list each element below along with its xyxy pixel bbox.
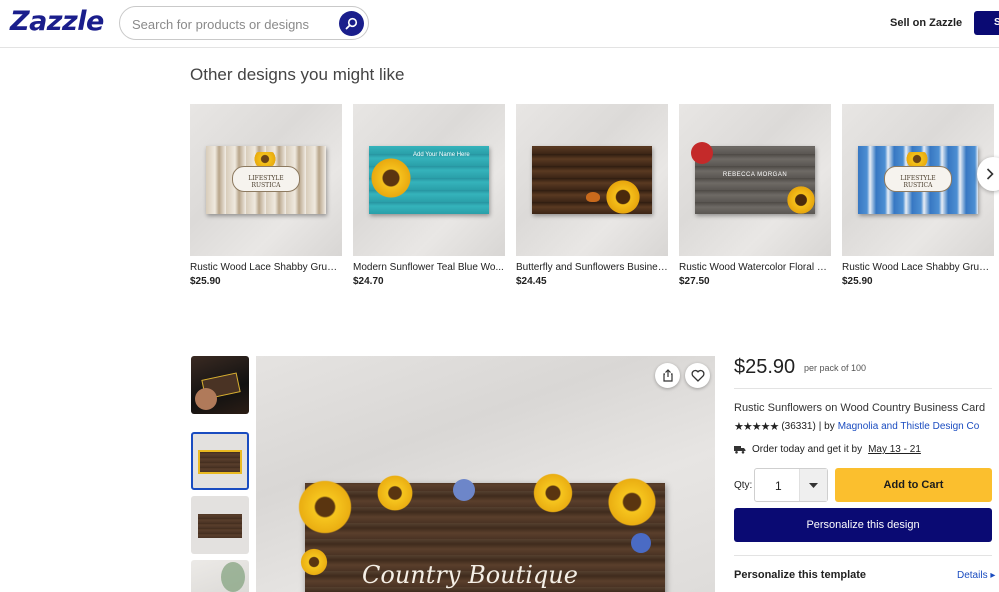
search-bar bbox=[119, 6, 369, 40]
product-price: $25.90 bbox=[734, 356, 796, 378]
hand-graphic bbox=[195, 388, 217, 410]
product-card-image[interactable]: LIFESTYLE RUSTICA bbox=[842, 104, 994, 256]
by-label: | by bbox=[818, 421, 835, 432]
sunflower-icon bbox=[375, 473, 415, 513]
thumbnail-front[interactable] bbox=[191, 432, 249, 490]
delivery-date-link[interactable]: May 13 - 21 bbox=[868, 444, 921, 455]
site-header: Zazzle Sell on Zazzle S bbox=[0, 0, 999, 48]
divider bbox=[734, 388, 992, 389]
search-button[interactable] bbox=[339, 11, 364, 36]
product-card-price: $24.45 bbox=[516, 276, 547, 287]
business-card-preview: LIFESTYLE RUSTICA bbox=[858, 146, 978, 214]
quantity-value: 1 bbox=[775, 479, 782, 493]
chevron-right-icon bbox=[986, 168, 994, 180]
personalize-template-heading: Personalize this template bbox=[734, 569, 867, 581]
related-designs-title: Other designs you might like bbox=[190, 65, 405, 84]
product-card-price: $25.90 bbox=[842, 276, 873, 287]
product-card[interactable]: LIFESTYLE RUSTICA Rustic Wood Lace Shabb… bbox=[842, 104, 994, 287]
card-label: REBECCA MORGAN bbox=[722, 172, 788, 178]
business-card-preview bbox=[198, 514, 242, 538]
star-rating[interactable]: ★★★★★ bbox=[734, 420, 779, 433]
product-card-title[interactable]: Modern Sunflower Teal Blue Wo... bbox=[353, 262, 505, 273]
sunflower-icon bbox=[252, 152, 278, 166]
product-card[interactable]: Add Your Name Here Modern Sunflower Teal… bbox=[353, 104, 505, 287]
product-card-title[interactable]: Rustic Wood Watercolor Floral R... bbox=[679, 262, 831, 273]
business-card-preview: Country Boutique bbox=[295, 471, 665, 592]
main-product-image[interactable]: Country Boutique bbox=[256, 356, 715, 592]
sell-on-zazzle-link[interactable]: Sell on Zazzle bbox=[890, 17, 962, 29]
product-card-image[interactable]: REBECCA MORGAN bbox=[679, 104, 831, 256]
card-label: LIFESTYLE RUSTICA bbox=[884, 166, 952, 192]
business-card-preview bbox=[198, 450, 242, 474]
quantity-label: Qty: bbox=[734, 480, 753, 491]
details-link[interactable]: Details ▸ bbox=[957, 570, 995, 581]
heart-icon bbox=[691, 369, 704, 382]
product-card-image[interactable]: Add Your Name Here bbox=[353, 104, 505, 256]
sunflower-icon bbox=[295, 477, 355, 537]
caret-down-icon bbox=[809, 482, 818, 488]
card-business-name: Country Boutique bbox=[362, 561, 578, 589]
add-to-cart-button[interactable]: Add to Cart bbox=[835, 468, 992, 502]
product-card-price: $24.70 bbox=[353, 276, 384, 287]
product-card-image[interactable] bbox=[516, 104, 668, 256]
personalize-design-button[interactable]: Personalize this design bbox=[734, 508, 992, 542]
sunflower-icon bbox=[531, 471, 575, 515]
shipping-text: Order today and get it by bbox=[752, 444, 863, 455]
business-card-preview bbox=[532, 146, 652, 214]
business-card-preview: LIFESTYLE RUSTICA bbox=[206, 146, 326, 214]
sunflower-icon bbox=[605, 475, 659, 529]
zazzle-logo[interactable]: Zazzle bbox=[10, 6, 104, 37]
search-icon bbox=[345, 17, 358, 30]
card-label: Add Your Name Here bbox=[413, 152, 470, 158]
business-card-preview: Add Your Name Here bbox=[369, 146, 489, 214]
business-card-preview: REBECCA MORGAN bbox=[691, 142, 815, 214]
cornflower-icon bbox=[453, 479, 475, 501]
divider bbox=[734, 555, 992, 556]
cornflower-icon bbox=[631, 533, 651, 553]
product-card-title[interactable]: Rustic Wood Lace Shabby Grung... bbox=[190, 262, 342, 273]
product-card-image[interactable]: LIFESTYLE RUSTICA bbox=[190, 104, 342, 256]
share-button[interactable] bbox=[655, 363, 680, 388]
sunflower-icon bbox=[787, 186, 815, 214]
shipping-row: Order today and get it by May 13 - 21 bbox=[734, 444, 921, 455]
seller-link[interactable]: Magnolia and Thistle Design Co bbox=[838, 421, 980, 432]
rose-icon bbox=[691, 142, 713, 164]
product-card[interactable]: LIFESTYLE RUSTICA Rustic Wood Lace Shabb… bbox=[190, 104, 342, 287]
thumbnail-back[interactable] bbox=[191, 496, 249, 554]
thumbnail-lifestyle[interactable] bbox=[191, 560, 249, 592]
truck-icon bbox=[734, 446, 746, 454]
thumbnail-in-hand[interactable] bbox=[191, 356, 249, 414]
quantity-dropdown-button[interactable] bbox=[799, 469, 827, 501]
favorite-button[interactable] bbox=[685, 363, 710, 388]
review-count[interactable]: (36331) bbox=[781, 421, 815, 432]
sunflower-icon bbox=[606, 180, 640, 214]
product-title: Rustic Sunflowers on Wood Country Busine… bbox=[734, 402, 986, 414]
product-card-title[interactable]: Butterfly and Sunflowers Busines... bbox=[516, 262, 668, 273]
related-designs-carousel: LIFESTYLE RUSTICA Rustic Wood Lace Shabb… bbox=[190, 104, 999, 294]
quantity-select[interactable]: 1 bbox=[754, 468, 828, 502]
sign-in-button[interactable]: S bbox=[974, 11, 999, 35]
product-card[interactable]: Butterfly and Sunflowers Busines... $24.… bbox=[516, 104, 668, 287]
sunflower-icon bbox=[904, 152, 930, 166]
product-card-price: $25.90 bbox=[190, 276, 221, 287]
plant-graphic bbox=[221, 562, 245, 592]
sunflower-icon bbox=[371, 158, 411, 198]
butterfly-icon bbox=[586, 192, 600, 202]
search-input[interactable] bbox=[132, 14, 332, 34]
rating-row: ★★★★★ (36331) | by Magnolia and Thistle … bbox=[734, 420, 979, 433]
price-note: per pack of 100 bbox=[804, 363, 867, 373]
share-icon bbox=[662, 369, 673, 382]
product-card-title[interactable]: Rustic Wood Lace Shabby Grung... bbox=[842, 262, 994, 273]
product-card-price: $27.50 bbox=[679, 276, 710, 287]
product-card[interactable]: REBECCA MORGAN Rustic Wood Watercolor Fl… bbox=[679, 104, 831, 287]
card-label: LIFESTYLE RUSTICA bbox=[232, 166, 300, 192]
